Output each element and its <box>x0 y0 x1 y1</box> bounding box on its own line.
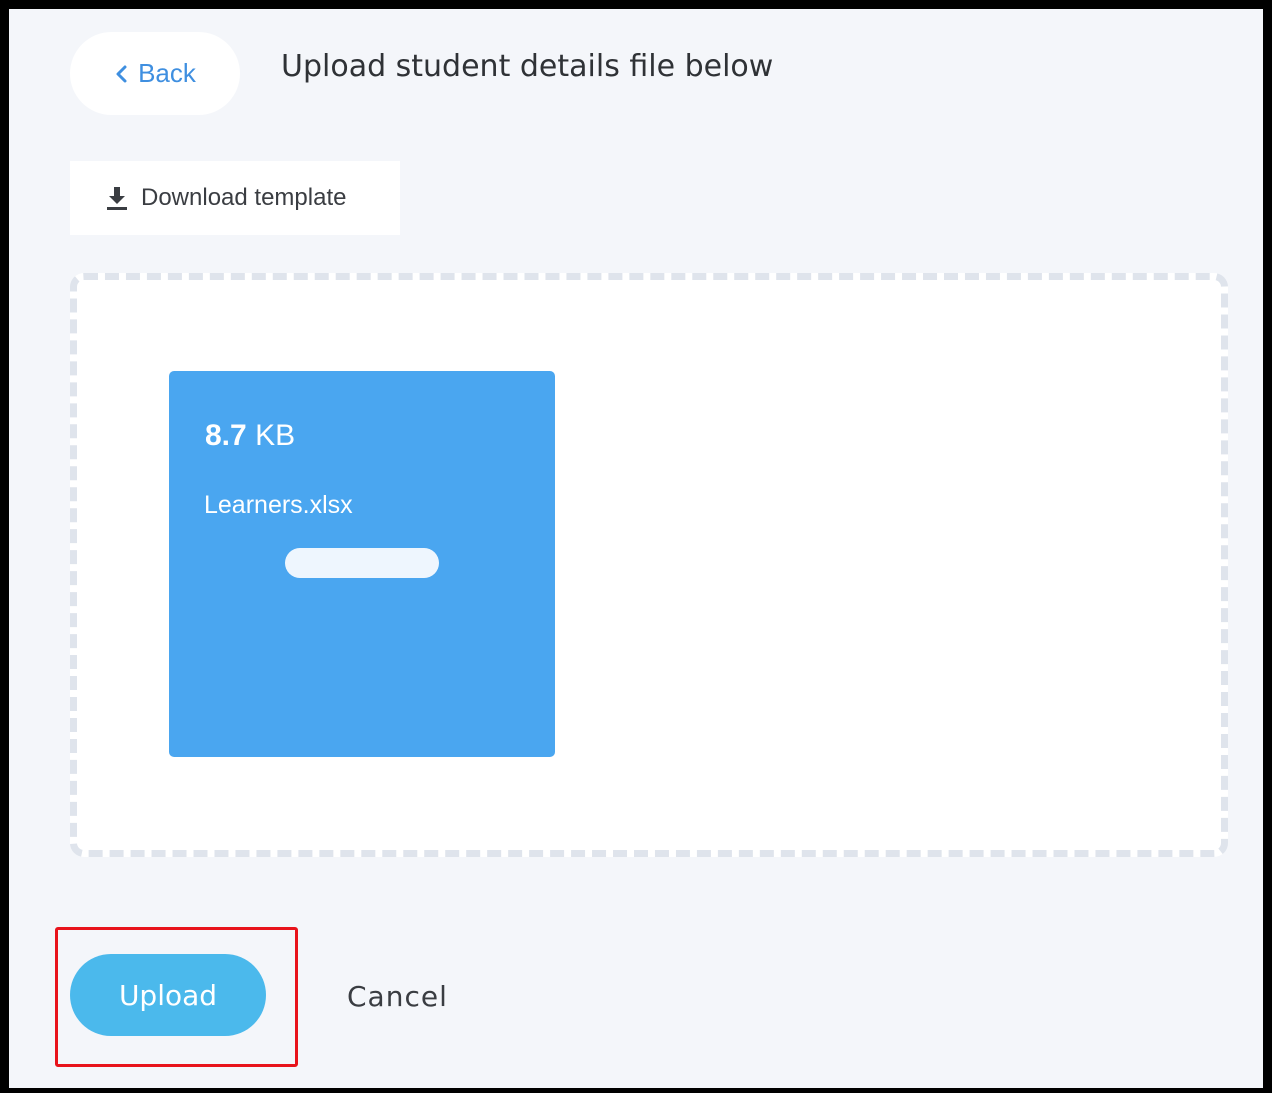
cancel-button[interactable]: Cancel <box>339 971 456 1021</box>
file-size-value: 8.7 <box>205 419 247 452</box>
download-icon <box>105 185 129 211</box>
file-dropzone[interactable]: 8.7 KB Learners.xlsx <box>70 273 1228 857</box>
upload-progress-bar <box>285 548 439 578</box>
upload-progress-fill <box>285 548 439 578</box>
page-title: Upload student details file below <box>281 49 774 84</box>
upload-button[interactable]: Upload <box>70 954 266 1036</box>
file-name: Learners.xlsx <box>204 491 353 519</box>
file-size-unit: KB <box>255 419 296 452</box>
file-size: 8.7 KB <box>205 419 295 453</box>
download-template-button[interactable]: Download template <box>70 161 400 235</box>
upload-panel: Back Upload student details file below D… <box>9 9 1263 1088</box>
file-card: 8.7 KB Learners.xlsx <box>169 371 555 757</box>
chevron-left-icon <box>114 64 128 84</box>
download-template-label: Download template <box>141 184 347 211</box>
back-button[interactable]: Back <box>70 32 240 115</box>
back-button-label: Back <box>138 58 196 88</box>
